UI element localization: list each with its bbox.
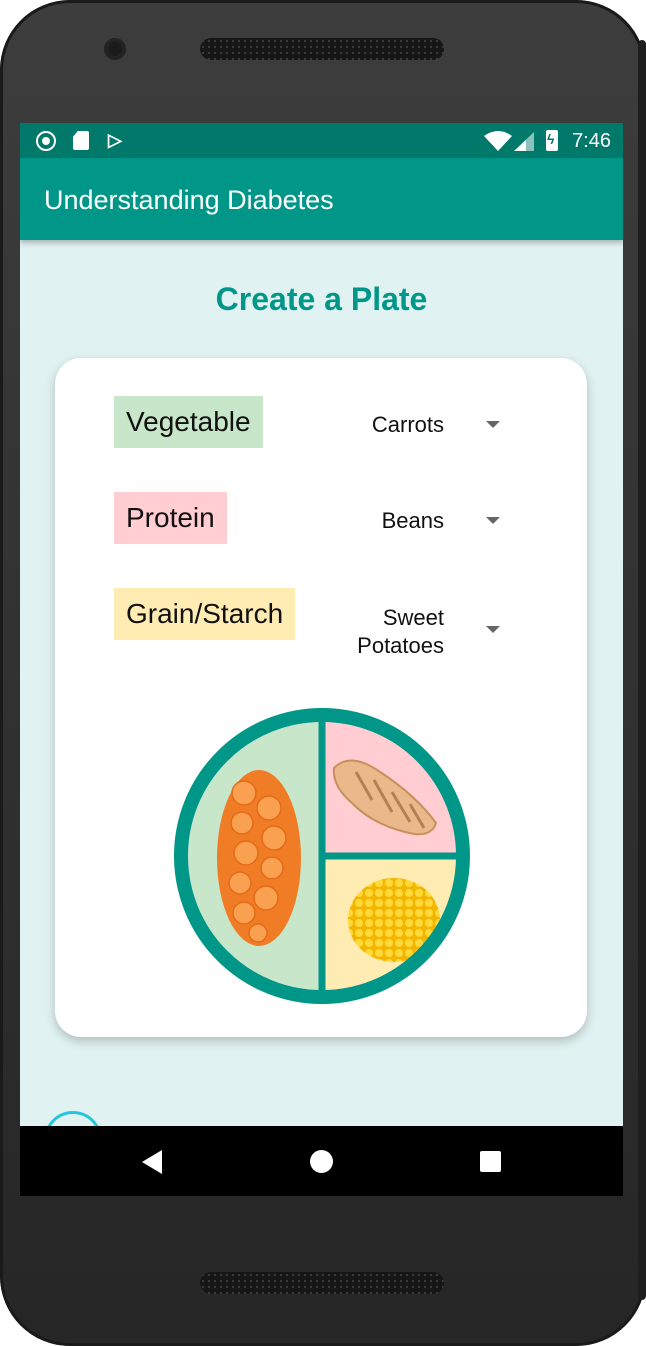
vegetable-dropdown[interactable]: Carrots bbox=[284, 411, 444, 439]
front-camera bbox=[104, 38, 126, 60]
wifi-icon bbox=[484, 131, 512, 151]
recent-apps-icon[interactable] bbox=[480, 1151, 501, 1172]
cell-signal-icon bbox=[514, 132, 534, 151]
status-bar: ▷ 7:46 bbox=[20, 123, 623, 158]
home-icon[interactable] bbox=[310, 1150, 333, 1173]
screen: ▷ 7:46 Understanding Diabetes Create a P… bbox=[20, 123, 623, 1196]
protein-dropdown[interactable]: Beans bbox=[284, 507, 444, 535]
plate-illustration bbox=[174, 708, 470, 1004]
navigation-bar bbox=[20, 1126, 623, 1196]
phone-side-button bbox=[638, 40, 646, 1300]
carrots-image bbox=[217, 770, 301, 946]
app-title: Understanding Diabetes bbox=[44, 185, 334, 215]
play-store-icon: ▷ bbox=[108, 130, 122, 150]
phone-frame: ▷ 7:46 Understanding Diabetes Create a P… bbox=[0, 0, 646, 1346]
protein-label: Protein bbox=[114, 492, 227, 544]
circle-icon bbox=[36, 131, 56, 151]
back-icon[interactable] bbox=[142, 1150, 162, 1174]
battery-charging-icon bbox=[546, 130, 558, 151]
bottom-speaker bbox=[200, 1272, 444, 1294]
chevron-down-icon[interactable] bbox=[486, 626, 500, 633]
top-speaker bbox=[200, 38, 444, 60]
chevron-down-icon[interactable] bbox=[486, 421, 500, 428]
page-title: Create a Plate bbox=[215, 281, 428, 317]
app-bar: Understanding Diabetes bbox=[20, 158, 623, 240]
grain-starch-label: Grain/Starch bbox=[114, 588, 296, 640]
status-time: 7:46 bbox=[572, 130, 611, 152]
chevron-down-icon[interactable] bbox=[486, 517, 500, 524]
sd-card-icon bbox=[73, 131, 89, 150]
grain-starch-dropdown[interactable]: Sweet Potatoes bbox=[340, 604, 444, 660]
vegetable-label: Vegetable bbox=[114, 396, 263, 448]
plate-builder-card: Vegetable Carrots Protein Beans Grain/St… bbox=[55, 358, 587, 1037]
